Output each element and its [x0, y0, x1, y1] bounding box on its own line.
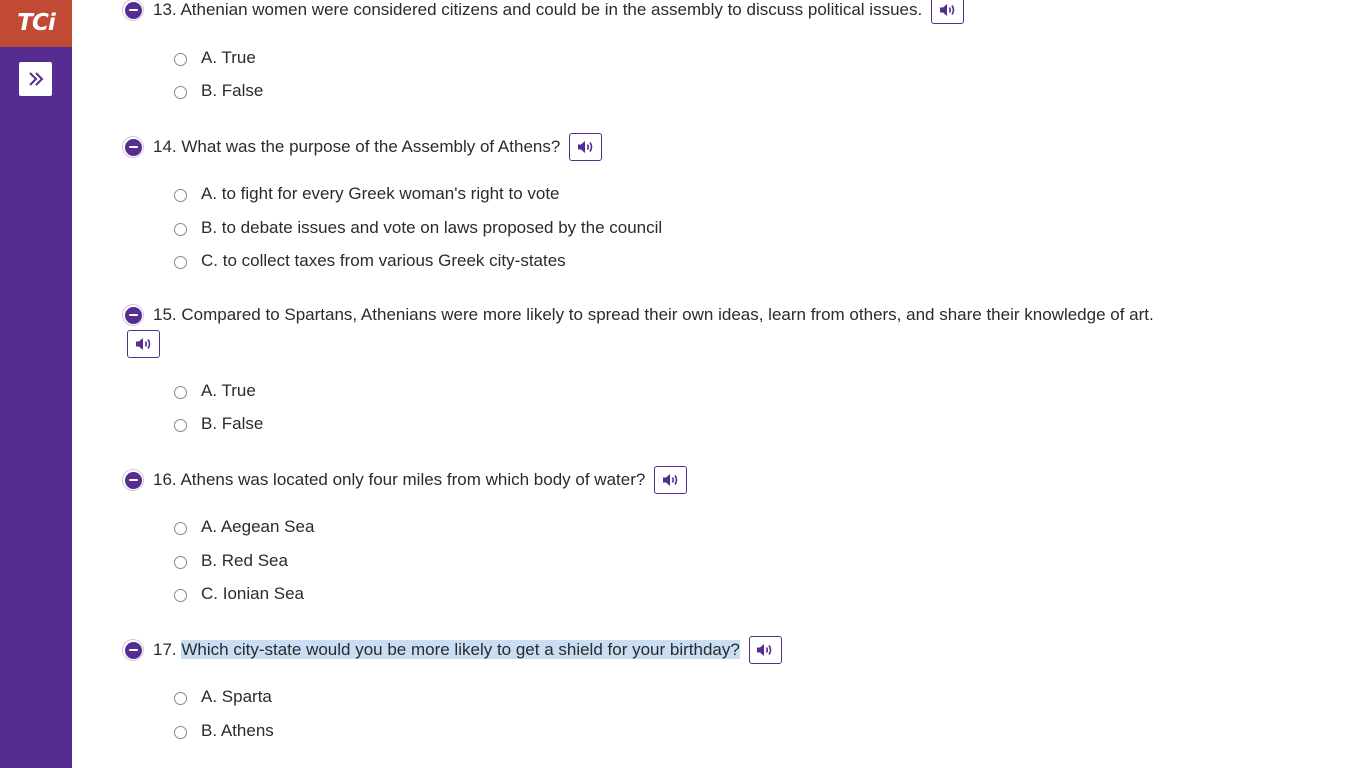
radio-button[interactable] [174, 86, 187, 99]
collapse-icon[interactable] [122, 304, 144, 326]
radio-button[interactable] [174, 189, 187, 202]
question-list: 13. Athenian women were considered citiz… [72, 0, 1366, 768]
answer-option[interactable]: B. Athens [174, 721, 274, 741]
speaker-icon [757, 644, 772, 656]
radio-button[interactable] [174, 726, 187, 739]
question-14: 14. What was the purpose of the Assembly… [122, 132, 603, 162]
radio-button[interactable] [174, 692, 187, 705]
collapse-icon[interactable] [122, 0, 144, 21]
answer-option[interactable]: C. to collect taxes from various Greek c… [174, 251, 566, 271]
sidebar: TCi [0, 0, 72, 768]
answer-option[interactable]: A. to fight for every Greek woman's righ… [174, 184, 560, 204]
radio-button[interactable] [174, 589, 187, 602]
question-17: 17. Which city-state would you be more l… [122, 635, 782, 665]
audio-button[interactable] [127, 330, 160, 358]
audio-button[interactable] [931, 0, 965, 24]
question-text: 13. Athenian women were considered citiz… [153, 0, 923, 19]
radio-button[interactable] [174, 419, 187, 432]
radio-button[interactable] [174, 256, 187, 269]
expand-sidebar-button[interactable] [19, 62, 52, 96]
question-text: 15. Compared to Spartans, Athenians were… [153, 305, 1154, 324]
audio-button[interactable] [654, 466, 688, 494]
collapse-icon[interactable] [122, 469, 144, 491]
answer-option[interactable]: B. False [174, 414, 263, 434]
radio-button[interactable] [174, 53, 187, 66]
radio-button[interactable] [174, 223, 187, 236]
question-text: 14. What was the purpose of the Assembly… [153, 137, 561, 156]
double-chevron-right-icon [28, 72, 43, 86]
collapse-icon[interactable] [122, 639, 144, 661]
radio-button[interactable] [174, 522, 187, 535]
audio-button[interactable] [569, 133, 603, 161]
answer-option[interactable]: A. True [174, 381, 256, 401]
speaker-icon [939, 4, 955, 16]
tci-logo[interactable]: TCi [0, 0, 72, 47]
radio-button[interactable] [174, 556, 187, 569]
radio-button[interactable] [174, 386, 187, 399]
speaker-icon [577, 141, 593, 153]
question-15: 15. Compared to Spartans, Athenians were… [122, 300, 1154, 330]
answer-option[interactable]: A. Aegean Sea [174, 517, 314, 537]
question-16: 16. Athens was located only four miles f… [122, 465, 688, 495]
answer-option[interactable]: A. True [174, 48, 256, 68]
speaker-icon [135, 338, 150, 350]
answer-option[interactable]: A. Sparta [174, 687, 272, 707]
question-text: 17. Which city-state would you be more l… [153, 640, 740, 659]
audio-button[interactable] [748, 636, 782, 664]
answer-option[interactable]: C. Ionian Sea [174, 584, 304, 604]
speaker-icon [662, 474, 678, 486]
selected-text: Which city-state would you be more likel… [181, 640, 740, 659]
answer-option[interactable]: B. to debate issues and vote on laws pro… [174, 218, 662, 238]
question-text: 16. Athens was located only four miles f… [153, 470, 646, 489]
question-13: 13. Athenian women were considered citiz… [122, 0, 965, 25]
collapse-icon[interactable] [122, 136, 144, 158]
answer-option[interactable]: B. False [174, 81, 263, 101]
answer-option[interactable]: B. Red Sea [174, 551, 288, 571]
